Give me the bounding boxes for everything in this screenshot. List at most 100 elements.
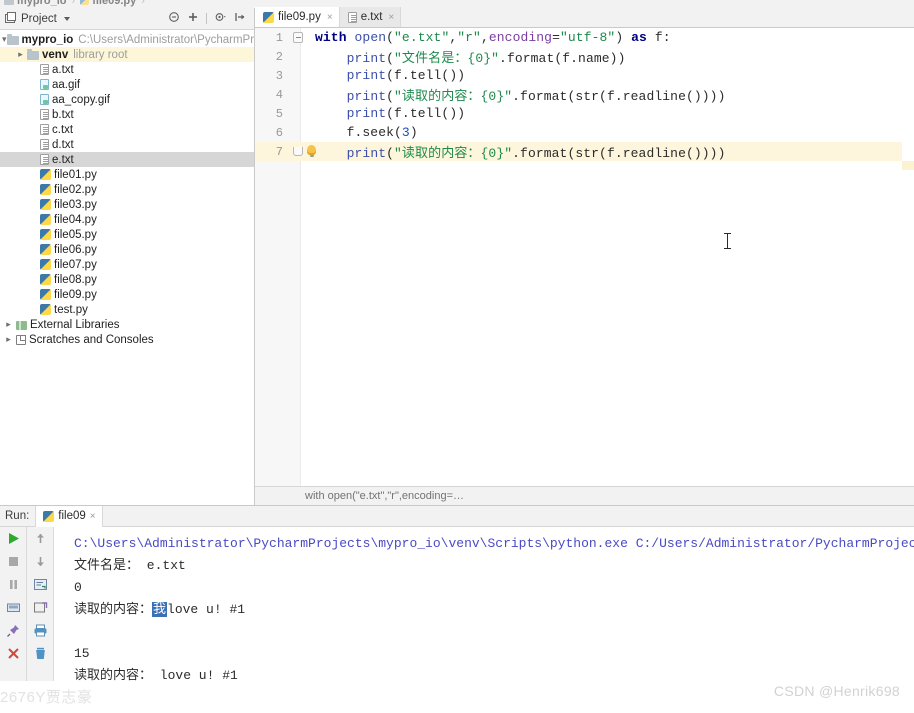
python-file-icon — [40, 304, 51, 315]
tree-item-scratches-and-consoles[interactable]: Scratches and Consoles — [0, 332, 254, 347]
tree-item-a-txt[interactable]: a.txt — [0, 62, 254, 77]
line-number: 6 — [275, 125, 283, 140]
close-icon[interactable]: × — [327, 12, 333, 23]
editor-tab-bar[interactable]: file09.py × e.txt × — [255, 7, 914, 28]
gutter-marker[interactable] — [287, 104, 315, 123]
folder-icon — [4, 0, 14, 5]
tree-item-label: file09.py — [54, 288, 97, 301]
tree-item-label: file03.py — [54, 198, 97, 211]
text-file-icon — [40, 154, 49, 165]
tree-item-test-py[interactable]: test.py — [0, 302, 254, 317]
open-console-icon[interactable] — [33, 600, 48, 615]
breadcrumb-project[interactable]: mypro_io — [17, 0, 67, 7]
folder-icon — [6, 33, 19, 45]
tree-item-mypro-io[interactable]: mypro_io C:\Users\Administrator\PycharmPr… — [0, 32, 254, 47]
tree-item-label: c.txt — [52, 123, 74, 136]
tree-item-file09-py[interactable]: file09.py — [0, 287, 254, 302]
breadcrumb-file[interactable]: file09.py — [92, 0, 136, 7]
gear-icon[interactable] — [214, 10, 227, 28]
project-panel-header: Project — [0, 8, 254, 30]
scroll-up-icon[interactable] — [33, 531, 48, 546]
gutter-marker[interactable] — [287, 66, 315, 85]
run-tab-file09[interactable]: file09 × — [35, 505, 103, 527]
gutter-marker[interactable] — [287, 47, 315, 66]
tree-item-aa-gif[interactable]: aa.gif — [0, 77, 254, 92]
run-icon[interactable] — [6, 531, 21, 546]
code-line-5[interactable]: 5 print(f.tell()) — [255, 104, 914, 123]
chevron-right-icon[interactable] — [14, 49, 27, 60]
gutter-marker[interactable] — [287, 123, 315, 142]
tree-item-external-libraries[interactable]: External Libraries — [0, 317, 254, 332]
tree-item-file01-py[interactable]: file01.py — [0, 167, 254, 182]
tree-item-file05-py[interactable]: file05.py — [0, 227, 254, 242]
soft-wrap-icon[interactable] — [33, 577, 48, 592]
token-pln: ( — [386, 51, 395, 66]
token-pln: = — [552, 30, 560, 45]
editor-tab-e-txt[interactable]: e.txt × — [339, 7, 402, 27]
expand-icon[interactable] — [187, 10, 199, 28]
code-text: print(f.tell()) — [315, 68, 465, 83]
token-pln — [315, 51, 347, 66]
fold-end-icon[interactable] — [293, 147, 303, 156]
close-icon[interactable]: × — [388, 12, 394, 23]
scroll-down-icon[interactable] — [33, 554, 48, 569]
collapse-all-icon[interactable] — [168, 10, 180, 28]
pycharm-window: mypro_io › file09.py › Project ▾ mypro_i… — [0, 0, 914, 713]
editor-tab-label: e.txt — [360, 11, 383, 23]
tree-item-file02-py[interactable]: file02.py — [0, 182, 254, 197]
tree-item-venv[interactable]: venv library root — [0, 47, 254, 62]
token-pln: .format(str(f.readline()))) — [512, 146, 726, 161]
chevron-right-icon[interactable] — [2, 334, 15, 345]
code-line-3[interactable]: 3 print(f.tell()) — [255, 66, 914, 85]
tree-item-file03-py[interactable]: file03.py — [0, 197, 254, 212]
code-line-7[interactable]: 7 print("读取的内容：{0}".format(str(f.readlin… — [255, 142, 914, 161]
hide-panel-icon[interactable] — [234, 10, 246, 28]
tree-item-label: file04.py — [54, 213, 97, 226]
editor-tab-file09-py[interactable]: file09.py × — [255, 7, 340, 27]
token-fn: print — [346, 146, 387, 161]
project-file-tree[interactable]: mypro_io C:\Users\Administrator\PycharmPr… — [0, 30, 254, 505]
code-line-1[interactable]: 1 with open("e.txt","r",encoding="utf-8")… — [255, 28, 914, 47]
tree-item-file06-py[interactable]: file06.py — [0, 242, 254, 257]
code-line-4[interactable]: 4 print("读取的内容：{0}".format(str(f.readlin… — [255, 85, 914, 105]
code-editor[interactable]: 1 with open("e.txt","r",encoding="utf-8")… — [255, 28, 914, 486]
chevron-down-icon[interactable] — [2, 34, 7, 45]
python-file-icon — [263, 11, 274, 23]
tree-item-label: file08.py — [54, 273, 97, 286]
close-icon[interactable]: × — [90, 511, 96, 522]
stop-icon[interactable] — [6, 554, 21, 569]
tree-item-e-txt[interactable]: e.txt — [0, 152, 254, 167]
line-number: 4 — [275, 87, 283, 102]
tree-item-file08-py[interactable]: file08.py — [0, 272, 254, 287]
chevron-down-icon[interactable] — [63, 16, 70, 21]
token-fn: print — [346, 89, 387, 104]
trash-icon[interactable] — [33, 646, 48, 661]
pin-icon[interactable] — [6, 623, 21, 638]
gutter-marker[interactable] — [287, 142, 316, 161]
fold-collapse-icon[interactable] — [293, 32, 303, 43]
gutter-marker[interactable] — [287, 28, 315, 47]
tree-item-aa-copy-gif[interactable]: aa_copy.gif — [0, 92, 254, 107]
lightbulb-icon[interactable] — [307, 145, 316, 157]
code-lines[interactable]: 1 with open("e.txt","r",encoding="utf-8")… — [255, 28, 914, 161]
close-run-icon[interactable] — [6, 646, 21, 661]
token-pln — [315, 89, 347, 104]
tree-item-b-txt[interactable]: b.txt — [0, 107, 254, 122]
code-line-2[interactable]: 2 print("文件名是：{0}".format(f.name)) — [255, 47, 914, 67]
print-icon[interactable] — [33, 623, 48, 638]
python-file-icon — [40, 259, 51, 270]
editor-scrollbar[interactable] — [902, 28, 914, 486]
tree-item-file04-py[interactable]: file04.py — [0, 212, 254, 227]
token-pln: ( — [386, 89, 395, 104]
tree-item-c-txt[interactable]: c.txt — [0, 122, 254, 137]
tree-item-file07-py[interactable]: file07.py — [0, 257, 254, 272]
tree-item-d-txt[interactable]: d.txt — [0, 137, 254, 152]
pause-icon[interactable] — [6, 577, 21, 592]
editor-area: file09.py × e.txt × 1 with open("e.txt","r",… — [255, 7, 914, 505]
gutter-marker[interactable] — [287, 85, 315, 104]
code-line-6[interactable]: 6 f.seek(3) — [255, 123, 914, 142]
console-line-1: 文件名是： e.txt — [74, 558, 186, 573]
project-panel: Project ▾ mypro_io C:\Users\Administrato… — [0, 8, 255, 505]
chevron-right-icon[interactable] — [2, 319, 15, 330]
restart-icon[interactable] — [6, 600, 21, 615]
